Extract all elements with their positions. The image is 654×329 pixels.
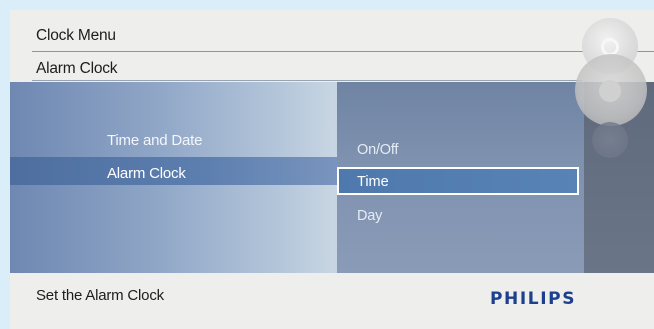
- menu-item-alarm-clock[interactable]: Alarm Clock: [107, 165, 186, 182]
- back-button-icon: [592, 122, 628, 158]
- menu-title: Clock Menu: [36, 27, 116, 44]
- main-menu-column: Time and Date Alarm Clock: [10, 82, 340, 273]
- subheader-divider: [32, 80, 582, 81]
- header-divider: [32, 51, 654, 52]
- submenu-item-time-selected[interactable]: Time: [337, 167, 579, 195]
- submenu-item-time-label: Time: [357, 174, 389, 190]
- status-hint: Set the Alarm Clock: [36, 287, 164, 304]
- menu-item-time-and-date[interactable]: Time and Date: [107, 132, 202, 149]
- device-screen: Clock Menu Alarm Clock Time and Date Ala…: [10, 10, 654, 329]
- submenu-item-day[interactable]: Day: [357, 208, 382, 224]
- brand-logo: PHILIPS: [490, 289, 577, 309]
- submenu-column: On/Off Time Day: [337, 82, 584, 273]
- submenu-item-on-off[interactable]: On/Off: [357, 142, 398, 158]
- menu-panel: Time and Date Alarm Clock On/Off Time Da…: [10, 82, 654, 273]
- navigation-button-center: [599, 80, 621, 102]
- submenu-title: Alarm Clock: [36, 60, 118, 77]
